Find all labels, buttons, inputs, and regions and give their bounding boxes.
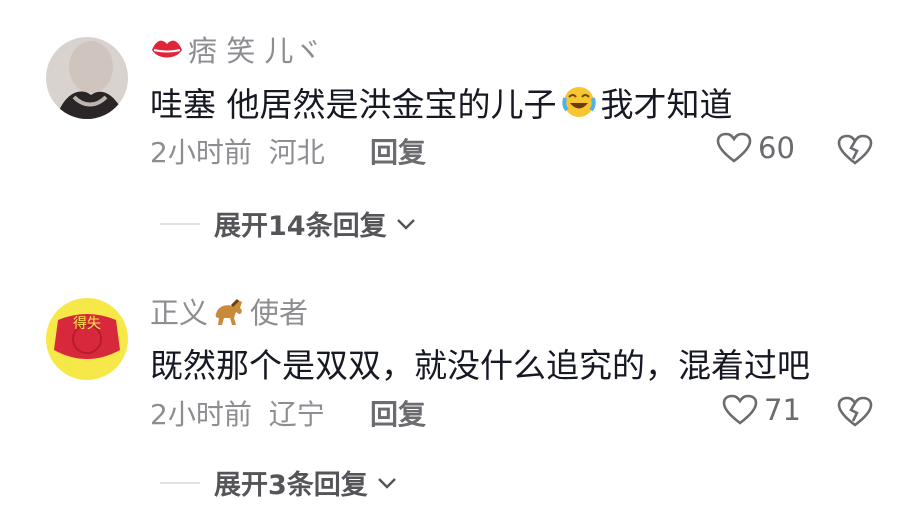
- comment-location: 辽宁: [268, 398, 325, 431]
- expand-replies-button[interactable]: 展开3条回复: [160, 463, 398, 502]
- comment-text: 既然那个是双双，就没什么追究的，混着过吧: [150, 339, 810, 387]
- like-button[interactable]: 71: [722, 393, 801, 427]
- broken-heart-icon: [836, 396, 874, 428]
- reply-button[interactable]: 回复: [370, 393, 426, 433]
- avatar-text: 得失: [73, 315, 101, 332]
- avatar[interactable]: 得失: [46, 298, 128, 380]
- divider-line: [160, 481, 200, 484]
- avatar-image: 得失: [46, 298, 128, 380]
- comment-time: 2小时前: [150, 398, 252, 431]
- chevron-down-icon: [376, 476, 398, 490]
- username[interactable]: 正义 使者: [150, 290, 308, 332]
- comment-meta: 2小时前 辽宁: [150, 393, 325, 433]
- username-text: 使者: [250, 296, 309, 330]
- username-text: 正义: [150, 296, 209, 330]
- comment-text-part: 既然那个是双双，就没什么追究的，混着过吧: [150, 346, 810, 385]
- like-count: 71: [764, 393, 801, 427]
- horse-emoji-icon: [212, 296, 246, 326]
- dislike-button[interactable]: [836, 396, 874, 432]
- expand-replies-label: 展开3条回复: [214, 470, 368, 501]
- heart-icon: [722, 394, 758, 426]
- comment-item: 得失 正义 使者 既然那个是双双，就没什么追究的，混着过吧 2小时前 辽宁 回复…: [0, 0, 922, 530]
